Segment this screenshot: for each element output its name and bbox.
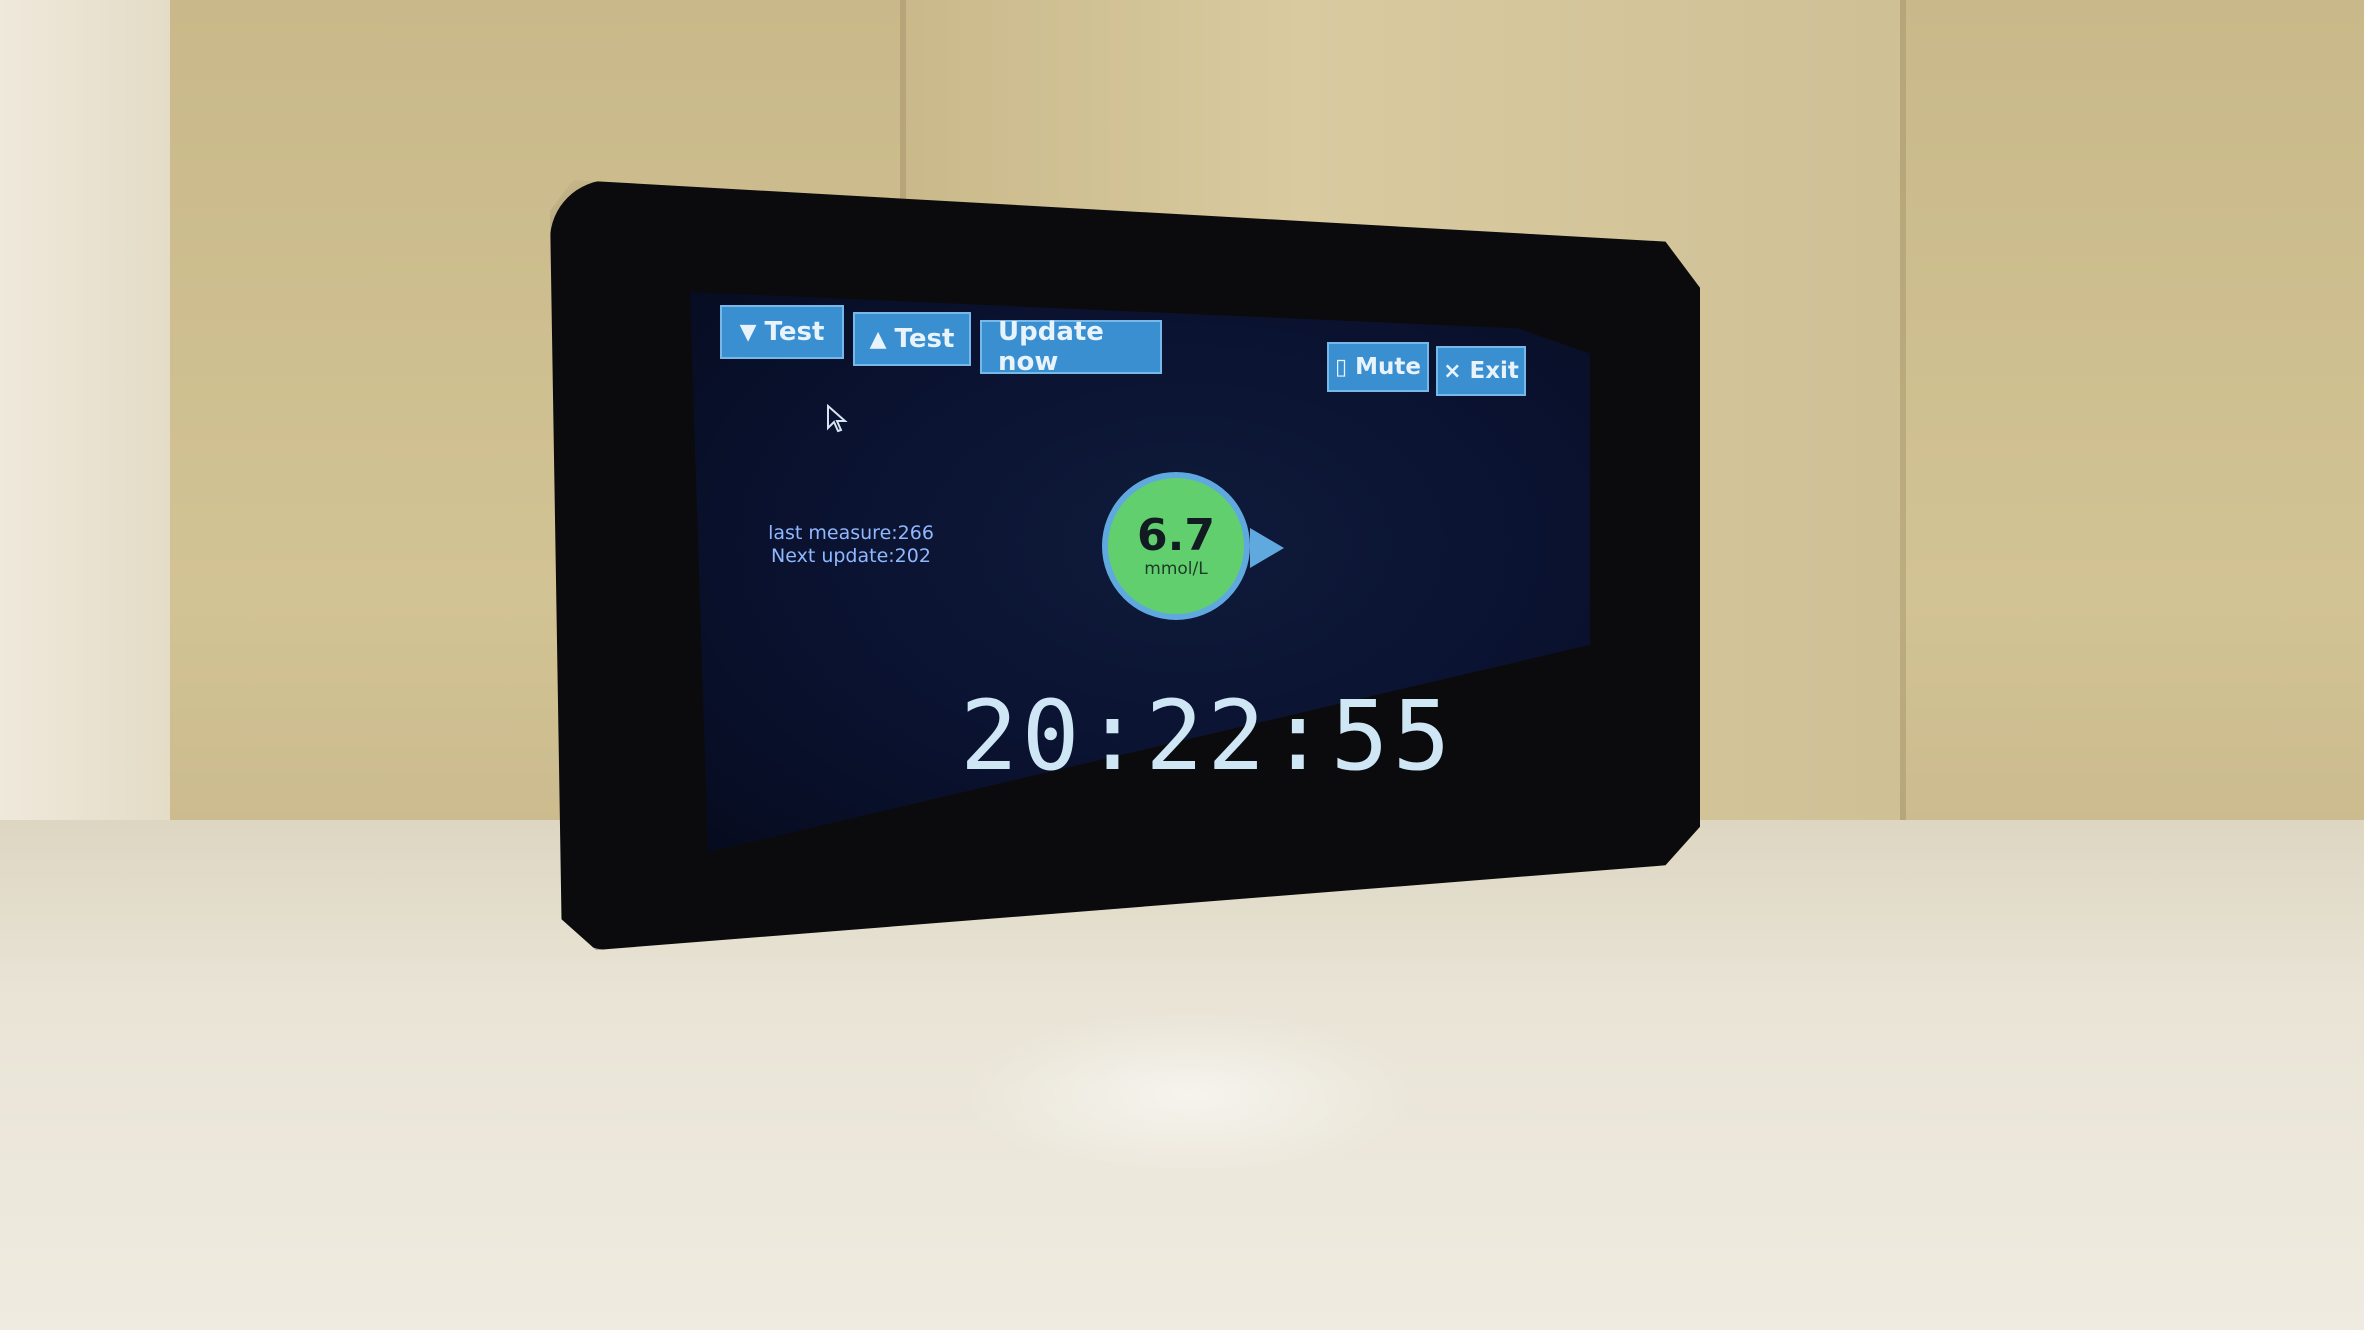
mute-icon: ▯ (1335, 354, 1348, 380)
trend-arrow-icon (1250, 528, 1284, 568)
down-test-button[interactable]: ▼ Test (720, 305, 844, 359)
mute-label: Mute (1355, 354, 1421, 380)
mouse-cursor-icon (827, 404, 848, 433)
triangle-up-icon: ▲ (869, 326, 887, 352)
table-reflection (960, 1010, 1420, 1180)
glucose-gauge: 6.7 mmol/L (1102, 472, 1250, 620)
update-now-button[interactable]: Update now (980, 317, 1162, 377)
glucose-unit: mmol/L (1144, 559, 1208, 579)
wall-left (0, 0, 170, 830)
wall-seam (1900, 0, 1906, 830)
close-icon: × (1443, 358, 1462, 384)
down-test-label: Test (764, 317, 825, 347)
exit-button[interactable]: × Exit (1436, 346, 1526, 396)
glucose-value: 6.7 (1137, 510, 1215, 561)
mute-button[interactable]: ▯ Mute (1327, 342, 1429, 392)
up-test-label: Test (894, 324, 955, 354)
clock-display: 20:22:55 (960, 680, 1455, 792)
up-test-button[interactable]: ▲ Test (853, 312, 971, 366)
update-now-label: Update now (998, 317, 1104, 377)
last-measure-text: last measure:266 (768, 522, 934, 544)
exit-label: Exit (1469, 358, 1519, 384)
next-update-text: Next update:202 (771, 545, 931, 567)
status-info: last measure:266 Next update:202 (766, 522, 936, 568)
triangle-down-icon: ▼ (739, 319, 757, 345)
